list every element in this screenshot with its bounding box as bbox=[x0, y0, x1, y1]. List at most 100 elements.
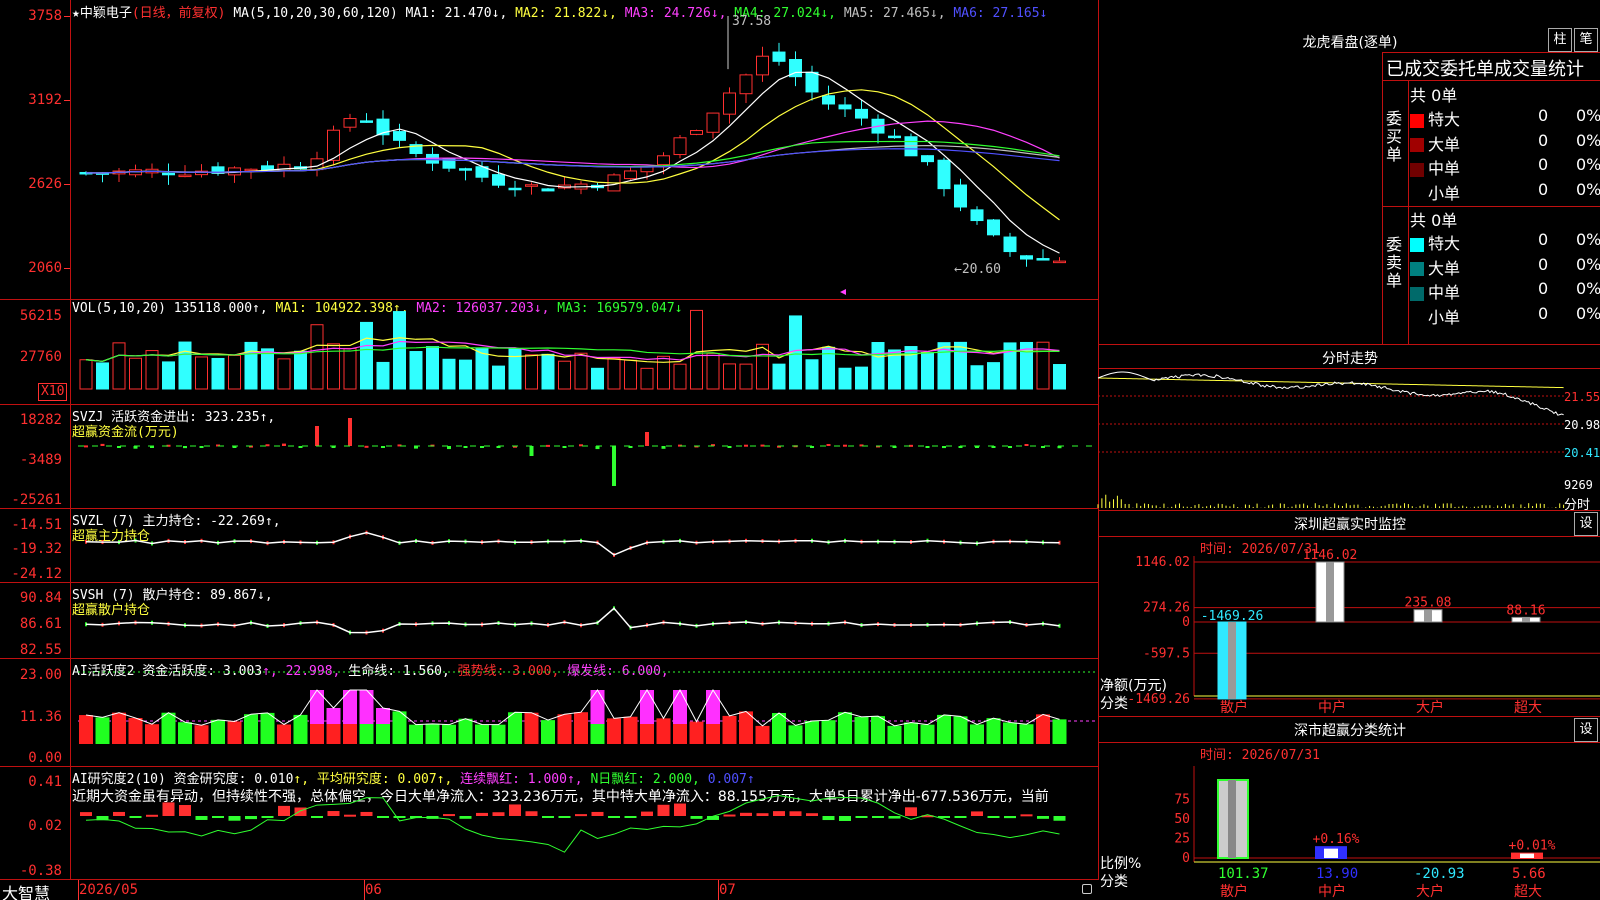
volume-bar bbox=[79, 359, 93, 390]
flow-bar bbox=[727, 446, 732, 448]
research-bar bbox=[591, 811, 604, 816]
fenshi-volume-label: 9269 bbox=[1564, 478, 1593, 492]
fenshi-price-label: 20.98 bbox=[1564, 418, 1600, 432]
color-swatch-icon bbox=[1410, 138, 1424, 152]
cls-axis-label: 0 bbox=[1182, 851, 1190, 866]
activity-bar bbox=[95, 717, 110, 744]
research-bar bbox=[905, 807, 917, 816]
svzj-chart[interactable] bbox=[0, 404, 1098, 508]
buy-row: 特大 bbox=[1410, 106, 1460, 130]
sz-value-label: -1469.26 bbox=[1201, 609, 1264, 624]
cls-category-label: 大户 bbox=[1416, 883, 1444, 900]
volume-bar bbox=[96, 362, 109, 390]
volume-bar bbox=[624, 359, 637, 390]
cls-settings-button[interactable]: 设 bbox=[1574, 718, 1598, 742]
sz-axis-label: -1469.26 bbox=[1127, 692, 1190, 707]
volume-bar bbox=[673, 363, 687, 390]
cls-category-label: 超大 bbox=[1514, 884, 1542, 900]
sz-axis-label: 274.26 bbox=[1143, 601, 1190, 616]
sell-row: 小单 bbox=[1410, 304, 1460, 328]
candle-body bbox=[624, 170, 637, 180]
activity-bar bbox=[458, 718, 473, 744]
activity-bar bbox=[227, 721, 242, 744]
volume-bar bbox=[343, 348, 357, 390]
activity-bar bbox=[1052, 719, 1067, 744]
volume-bar bbox=[162, 361, 175, 390]
volume-bar bbox=[112, 342, 126, 390]
fenshi-price-label: 21.55 bbox=[1564, 390, 1600, 404]
research-bar bbox=[723, 814, 736, 817]
fenshi-price-label: 20.41 bbox=[1564, 446, 1600, 460]
volume-bar bbox=[987, 362, 1000, 390]
volume-bar bbox=[756, 343, 769, 390]
volume-bar bbox=[277, 358, 291, 390]
sz-value-label: 88.16 bbox=[1506, 603, 1545, 618]
research-bar bbox=[740, 812, 752, 816]
candle-body bbox=[1003, 236, 1017, 253]
flow-bar bbox=[315, 426, 319, 446]
sell-row: 中单 bbox=[1410, 279, 1460, 303]
candle-body bbox=[954, 184, 967, 208]
activity-bar bbox=[211, 719, 225, 744]
candle-body bbox=[492, 174, 505, 186]
volume-bar bbox=[195, 356, 208, 390]
sz-monitor-title: 深圳超赢实时监控 bbox=[1294, 517, 1406, 533]
research-bar bbox=[789, 811, 802, 816]
sz-settings-button[interactable]: 设 bbox=[1574, 512, 1598, 536]
candle-body bbox=[838, 104, 852, 110]
activity-burst-bar bbox=[326, 708, 341, 724]
fenshi-chart[interactable] bbox=[1097, 368, 1565, 508]
svsh-chart[interactable] bbox=[0, 582, 1098, 658]
activity-bar bbox=[508, 712, 522, 744]
cls-stat-chart[interactable]: 75 50 25 0 101.37散户 +0.16% 13.90中户 -20.93大户 +0.0… bbox=[1098, 742, 1600, 900]
activity-bar bbox=[871, 716, 885, 744]
ai-activity-chart[interactable] bbox=[0, 658, 1098, 766]
research-bar bbox=[459, 816, 472, 819]
cls-axis-label: 25 bbox=[1174, 832, 1190, 847]
fenshi-price-line bbox=[1097, 371, 1564, 416]
flow-bar bbox=[348, 418, 352, 446]
x-axis-label: 06 bbox=[365, 882, 382, 898]
candle-body bbox=[657, 155, 670, 166]
activity-bar bbox=[920, 724, 935, 744]
volume-bar bbox=[954, 341, 967, 390]
cls-title: 深市超赢分类统计 bbox=[1294, 723, 1406, 739]
kline-chart[interactable] bbox=[0, 0, 1098, 300]
tick-mode-button[interactable]: 笔 bbox=[1574, 28, 1598, 52]
research-bar bbox=[608, 816, 620, 818]
volume-chart[interactable] bbox=[0, 299, 1098, 404]
volume-bar bbox=[393, 311, 406, 390]
activity-bar bbox=[260, 712, 275, 744]
cls-axis-title: 分类 bbox=[1100, 874, 1128, 890]
flow-bar bbox=[562, 446, 567, 448]
research-bar bbox=[888, 816, 901, 819]
activity-bar bbox=[541, 720, 555, 744]
svzl-chart[interactable] bbox=[0, 508, 1098, 582]
research-line bbox=[85, 794, 1060, 853]
lock-icon[interactable] bbox=[1082, 884, 1092, 894]
research-bar bbox=[393, 816, 406, 818]
candle-body bbox=[970, 209, 984, 222]
activity-burst-bar bbox=[590, 690, 605, 724]
volume-bar bbox=[442, 358, 456, 390]
activity-bar bbox=[376, 724, 390, 744]
activity-bar bbox=[904, 722, 918, 744]
volume-bar bbox=[657, 355, 670, 390]
candle-body bbox=[360, 120, 373, 123]
sell-row-value: 0 bbox=[1538, 279, 1549, 298]
activity-burst-bar bbox=[640, 690, 654, 724]
activity-bar bbox=[689, 721, 704, 744]
ai-research-chart[interactable] bbox=[0, 766, 1098, 879]
activity-bar bbox=[590, 724, 605, 744]
cls-change-label: +0.01% bbox=[1509, 839, 1556, 854]
bar-mode-button[interactable]: 柱 bbox=[1548, 28, 1572, 52]
research-bar bbox=[1004, 816, 1016, 819]
research-bar bbox=[773, 811, 785, 816]
volume-bar bbox=[1053, 364, 1066, 390]
activity-bar bbox=[607, 718, 621, 744]
candle-body bbox=[343, 118, 357, 128]
x-axis-label: 2026/05 bbox=[79, 882, 139, 898]
volume-bar bbox=[492, 365, 505, 390]
flow-bar bbox=[199, 446, 204, 448]
sz-monitor-chart[interactable]: 1146.02 274.260 -597.5 -1469.26 -1469.26 散户 11… bbox=[1098, 536, 1600, 716]
